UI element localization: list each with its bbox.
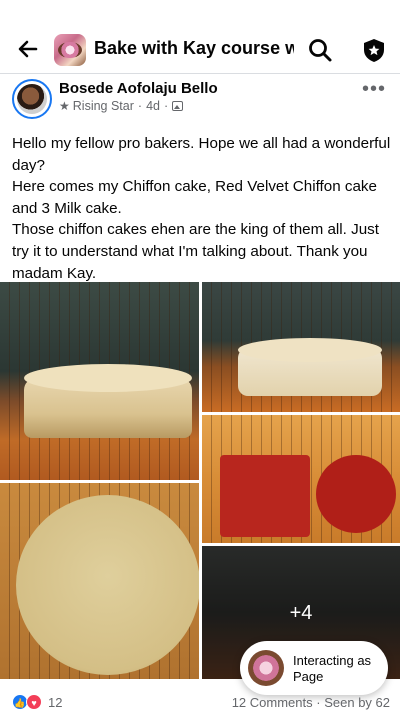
love-reaction-icon[interactable]: ♥ (26, 694, 42, 710)
photo-red-velvet-cakes[interactable] (202, 415, 400, 543)
comments-and-seen: 12 Comments · Seen by 62 (232, 695, 390, 710)
post-time[interactable]: 4d (146, 99, 160, 113)
post-line: Here comes my Chiffon cake, Red Velvet C… (12, 178, 377, 217)
shield-star-icon[interactable] (360, 36, 388, 64)
photo-chiffon-cake-cut[interactable] (202, 282, 400, 412)
badge-label[interactable]: Rising Star (73, 99, 134, 113)
post-line: Hello my fellow pro bakers. Hope we all … (12, 135, 391, 174)
search-icon[interactable] (306, 36, 334, 64)
post-stats: 👍 ♥ 12 12 Comments · Seen by 62 (0, 694, 400, 711)
star-badge-icon: ★ (59, 99, 70, 113)
meta-separator: · (163, 99, 169, 113)
arrow-left-icon[interactable] (14, 35, 42, 63)
photo-icon (172, 101, 184, 111)
author-name[interactable]: Bosede Aofolaju Bello (59, 80, 218, 97)
photo-chiffon-cake-top[interactable] (0, 483, 199, 679)
group-thumbnail[interactable] (54, 34, 86, 66)
author-avatar[interactable] (12, 79, 52, 119)
stats-separator: · (316, 695, 321, 710)
page-avatar (248, 650, 284, 686)
meta-separator: · (137, 99, 143, 113)
interacting-as-page-button[interactable]: Interacting as Page (240, 641, 388, 695)
post-meta: ★ Rising Star · 4d · (59, 99, 184, 113)
group-title[interactable]: Bake with Kay course wit... (94, 38, 294, 59)
comments-count[interactable]: 12 Comments (232, 695, 313, 710)
more-photos-count: +4 (289, 602, 313, 624)
interacting-label: Interacting as Page (293, 653, 372, 684)
reaction-count[interactable]: 12 (48, 695, 62, 710)
seen-count[interactable]: Seen by 62 (324, 695, 390, 710)
photo-chiffon-cake-side[interactable] (0, 282, 199, 480)
post-body: Hello my fellow pro bakers. Hope we all … (12, 133, 392, 284)
more-options-icon[interactable]: ••• (362, 78, 386, 101)
post-line: Those chiffon cakes ehen are the king of… (12, 221, 379, 282)
top-bar: Bake with Kay course wit... (0, 0, 400, 74)
